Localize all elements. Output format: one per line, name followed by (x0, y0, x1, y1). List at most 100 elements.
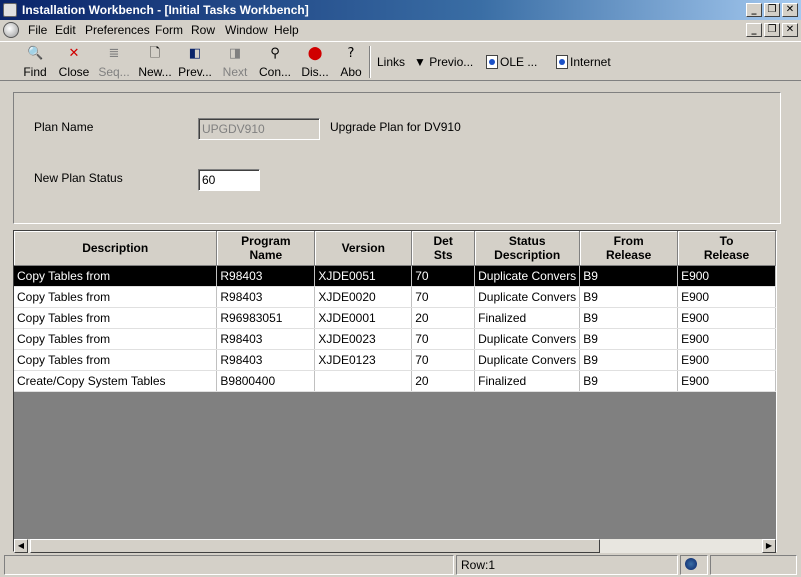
cell-status-description: Duplicate Convers (474, 328, 581, 350)
plan-name-label: Plan Name (34, 120, 94, 134)
ole-icon (486, 55, 498, 69)
table-row[interactable]: Copy Tables from R98403 XJDE0023 70 Duplicat… (14, 328, 776, 350)
menu-row[interactable]: Row (191, 23, 215, 37)
seq-button[interactable]: ≣ Seq... (96, 44, 132, 80)
cell-to-release: E900 (677, 307, 776, 329)
menu-edit[interactable]: Edit (55, 23, 76, 37)
table-row[interactable]: Copy Tables from R98403 XJDE0051 70 Duplicat… (14, 265, 776, 287)
cell-det-sts: 20 (411, 307, 476, 329)
column-header-from-release[interactable]: From Release (579, 231, 679, 266)
previous-link[interactable]: ▼ Previo... (414, 55, 473, 69)
dis-button[interactable]: ⬤ Dis... (298, 44, 332, 80)
help-icon: ? (347, 46, 355, 61)
status-pane-extra (710, 555, 797, 575)
cell-det-sts: 70 (411, 286, 476, 308)
scroll-right-icon[interactable]: ▶ (762, 539, 776, 553)
title-bar: Installation Workbench - [Initial Tasks … (0, 0, 801, 20)
internet-link[interactable]: Internet (556, 55, 611, 69)
menu-help[interactable]: Help (274, 23, 299, 37)
scroll-thumb[interactable] (30, 539, 600, 553)
menu-form[interactable]: Form (155, 23, 183, 37)
status-bar: Row:1 (0, 553, 801, 577)
cell-program-name: B9800400 (216, 370, 316, 392)
horizontal-scrollbar[interactable]: ◀ ▶ (14, 539, 776, 553)
con-button[interactable]: ⚲ Con... (257, 44, 293, 80)
minimize-button[interactable]: _ (746, 3, 762, 17)
cell-to-release: E900 (677, 286, 776, 308)
grid-header-row: Description Program Name Version Det Sts Statu… (14, 231, 776, 266)
close-window-button[interactable]: ✕ (782, 3, 798, 17)
new-plan-status-field[interactable]: 60 (198, 169, 260, 191)
column-header-description[interactable]: Description (14, 231, 218, 266)
cell-version: XJDE0020 (314, 286, 413, 308)
status-pane-row: Row:1 (456, 555, 678, 575)
connector-icon: ⚲ (270, 46, 280, 61)
header-panel: Plan Name UPGDV910 Upgrade Plan for DV91… (13, 92, 781, 224)
column-header-to-release[interactable]: To Release (677, 231, 776, 266)
child-restore-button[interactable]: ❐ (764, 23, 780, 37)
new-plan-status-label: New Plan Status (34, 171, 123, 185)
cell-to-release: E900 (677, 265, 776, 287)
cell-det-sts: 70 (411, 265, 476, 287)
about-button[interactable]: ? Abo (337, 44, 365, 80)
scroll-left-icon[interactable]: ◀ (14, 539, 28, 553)
cell-program-name: R98403 (216, 286, 316, 308)
cell-status-description: Finalized (474, 307, 581, 329)
cell-program-name: R96983051 (216, 307, 316, 329)
document-icon[interactable] (3, 22, 19, 38)
cell-program-name: R98403 (216, 265, 316, 287)
plan-name-field: UPGDV910 (198, 118, 320, 140)
new-icon: 🗋 (149, 46, 161, 61)
find-icon: 🔍 (27, 46, 44, 61)
find-button[interactable]: 🔍 Find (20, 44, 50, 80)
arrow-down-icon: ▼ (414, 55, 426, 69)
display-icon: ⬤ (307, 46, 323, 61)
cell-det-sts: 70 (411, 349, 476, 371)
child-minimize-button[interactable]: _ (746, 23, 762, 37)
prev-button[interactable]: ◧ Prev... (177, 44, 213, 80)
cell-from-release: B9 (579, 286, 679, 308)
status-pane-message (4, 555, 454, 575)
close-button[interactable]: ✕ Close (56, 44, 92, 80)
cell-program-name: R98403 (216, 328, 316, 350)
next-button[interactable]: ◨ Next (220, 44, 250, 80)
cell-description: Copy Tables from (14, 307, 218, 329)
menu-preferences[interactable]: Preferences (85, 23, 150, 37)
cell-to-release: E900 (677, 349, 776, 371)
tasks-grid: Description Program Name Version Det Sts Statu… (13, 230, 777, 552)
cell-status-description: Duplicate Convers (474, 349, 581, 371)
cell-description: Copy Tables from (14, 328, 218, 350)
cell-status-description: Duplicate Convers (474, 265, 581, 287)
table-row[interactable]: Copy Tables from R98403 XJDE0020 70 Duplicat… (14, 286, 776, 308)
column-header-det-sts[interactable]: Det Sts (411, 231, 476, 266)
ole-link[interactable]: OLE ... (486, 55, 537, 69)
toolbar: 🔍 Find ✕ Close ≣ Seq... 🗋 New... ◧ Prev.… (0, 41, 801, 81)
cell-to-release: E900 (677, 328, 776, 350)
cell-program-name: R98403 (216, 349, 316, 371)
menu-file[interactable]: File (28, 23, 47, 37)
close-icon: ✕ (68, 46, 80, 61)
table-row[interactable]: Create/Copy System Tables B9800400 20 Final… (14, 370, 776, 392)
column-header-status-description[interactable]: Status Description (474, 231, 581, 266)
restore-button[interactable]: ❐ (764, 3, 780, 17)
cell-description: Copy Tables from (14, 265, 218, 287)
new-button[interactable]: 🗋 New... (137, 44, 173, 80)
column-header-version[interactable]: Version (314, 231, 413, 266)
cell-status-description: Finalized (474, 370, 581, 392)
previous-icon: ◧ (188, 46, 202, 61)
table-row[interactable]: Copy Tables from R96983051 XJDE0001 20 Final… (14, 307, 776, 329)
cell-det-sts: 70 (411, 328, 476, 350)
menu-bar: File Edit Preferences Form Row Window He… (0, 20, 801, 40)
app-icon (3, 3, 17, 17)
cell-from-release: B9 (579, 307, 679, 329)
tasks-table: Description Program Name Version Det Sts Statu… (14, 231, 776, 392)
child-close-button[interactable]: ✕ (782, 23, 798, 37)
column-header-program-name[interactable]: Program Name (216, 231, 316, 266)
cell-from-release: B9 (579, 370, 679, 392)
cell-version: XJDE0051 (314, 265, 413, 287)
table-row[interactable]: Copy Tables from R98403 XJDE0123 70 Duplicat… (14, 349, 776, 371)
plan-name-description: Upgrade Plan for DV910 (330, 120, 461, 134)
window-title: Installation Workbench - [Initial Tasks … (22, 3, 309, 17)
menu-window[interactable]: Window (225, 23, 268, 37)
links-menu[interactable]: Links (377, 55, 405, 69)
